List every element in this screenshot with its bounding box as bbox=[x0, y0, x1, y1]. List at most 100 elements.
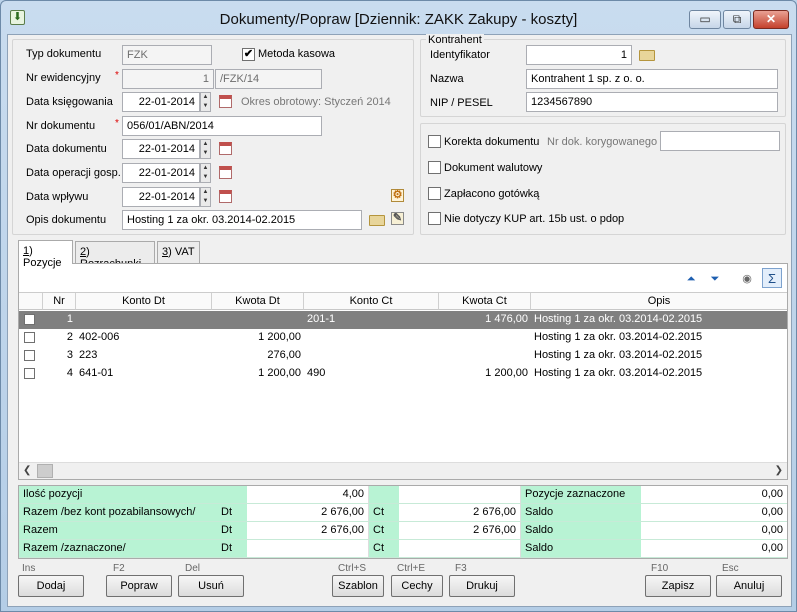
drukuj-button[interactable]: Drukuj bbox=[449, 575, 515, 597]
data-wp-field[interactable]: 22-01-2014 bbox=[122, 187, 200, 207]
cell-konto-dt: 223 bbox=[79, 349, 98, 361]
cell-konto-ct bbox=[304, 347, 439, 365]
metoda-checkbox[interactable]: ✔ bbox=[242, 48, 255, 61]
data-wp-label: Data wpływu bbox=[26, 191, 89, 203]
minimize-button[interactable]: ▭ bbox=[689, 10, 721, 29]
kup-checkbox[interactable] bbox=[428, 212, 441, 225]
opis-field[interactable]: Hosting 1 za okr. 03.2014-02.2015 bbox=[122, 210, 362, 230]
attachment-icon[interactable]: ⚙ bbox=[391, 189, 404, 202]
ilosc-ct-value bbox=[399, 486, 521, 504]
move-up-icon[interactable]: ⏶ bbox=[684, 272, 698, 286]
col-konto-ct[interactable]: Konto Ct bbox=[304, 293, 439, 310]
gotowka-label: Zapłacono gotówką bbox=[444, 188, 540, 200]
razem-zazn-dt: Dt bbox=[217, 540, 247, 558]
horizontal-scrollbar[interactable]: ❮ ❯ bbox=[19, 462, 787, 479]
data-dok-field[interactable]: 22-01-2014 bbox=[122, 139, 200, 159]
data-dok-spinner[interactable]: ▲ ▼ bbox=[200, 139, 211, 159]
poz-zazn-value: 0,00 bbox=[641, 486, 787, 504]
razem-zazn-ct-value bbox=[399, 540, 521, 558]
razem-ct: Ct bbox=[369, 522, 399, 540]
table-row[interactable]: 3 223 276,00 Hosting 1 za okr. 03.2014-0… bbox=[19, 347, 787, 365]
col-opis[interactable]: Opis bbox=[531, 293, 787, 310]
scroll-right-icon[interactable]: ❯ bbox=[775, 465, 783, 476]
walutowy-checkbox[interactable] bbox=[428, 161, 441, 174]
korekta-checkbox[interactable] bbox=[428, 135, 441, 148]
data-op-field[interactable]: 22-01-2014 bbox=[122, 163, 200, 183]
scroll-thumb[interactable] bbox=[37, 464, 53, 478]
popraw-button[interactable]: Popraw bbox=[106, 575, 172, 597]
sum-icon[interactable]: Σ bbox=[762, 268, 782, 288]
cell-kwota-dt: 276,00 bbox=[267, 349, 301, 361]
col-kwota-dt[interactable]: Kwota Dt bbox=[212, 293, 304, 310]
table-row[interactable]: 2 402-006 1 200,00 Hosting 1 za okr. 03.… bbox=[19, 329, 787, 347]
nr-dok-field[interactable]: 056/01/ABN/2014 bbox=[122, 116, 322, 136]
kontr-nip-field[interactable]: 1234567890 bbox=[526, 92, 778, 112]
szablon-button[interactable]: Szablon bbox=[332, 575, 384, 597]
preview-icon[interactable]: ◉ bbox=[740, 272, 754, 286]
table-row[interactable]: 4 641-01 1 200,00 490 1 200,00 Hosting 1… bbox=[19, 365, 787, 383]
folder-icon[interactable] bbox=[369, 215, 385, 226]
row-checkbox[interactable] bbox=[24, 314, 35, 325]
nr-kor-label: Nr dok. korygowanego bbox=[547, 136, 658, 148]
tab-pozycje[interactable]: 1) Pozycje bbox=[18, 240, 73, 269]
dialog-window: ⬇ Dokumenty/Popraw [Dziennik: ZAKK Zakup… bbox=[0, 0, 797, 612]
dodaj-hotkey: Ins bbox=[22, 563, 36, 574]
anuluj-button[interactable]: Anuluj bbox=[716, 575, 782, 597]
title-bar[interactable]: ⬇ Dokumenty/Popraw [Dziennik: ZAKK Zakup… bbox=[1, 1, 796, 35]
dodaj-button[interactable]: Dodaj bbox=[18, 575, 84, 597]
tab-vat[interactable]: 3) VAT bbox=[157, 241, 200, 263]
razem-bez-ct-value: 2 676,00 bbox=[399, 504, 521, 522]
move-down-icon[interactable]: ⏷ bbox=[708, 272, 722, 286]
razem-zazn-label: Razem /zaznaczone/ bbox=[19, 540, 217, 558]
tab-rozrachunki[interactable]: 2) Rozrachunki bbox=[75, 241, 155, 270]
cell-opis: Hosting 1 za okr. 03.2014-02.2015 bbox=[534, 331, 703, 343]
saldo2-label: Saldo bbox=[521, 522, 641, 540]
col-nr[interactable]: Nr bbox=[43, 293, 76, 310]
calendar-icon[interactable] bbox=[219, 142, 232, 155]
calendar-icon[interactable] bbox=[219, 190, 232, 203]
razem-bez-ct: Ct bbox=[369, 504, 399, 522]
kontr-id-field[interactable]: 1 bbox=[526, 45, 632, 65]
razem-bez-dt: Dt bbox=[217, 504, 247, 522]
edit-icon[interactable]: ✎ bbox=[391, 212, 404, 225]
kontr-nip-label: NIP / PESEL bbox=[430, 97, 493, 109]
folder-icon[interactable] bbox=[639, 50, 655, 61]
cell-konto-dt: 641-01 bbox=[79, 367, 114, 379]
restore-button[interactable]: ⧉ bbox=[723, 10, 751, 29]
typ-label: Typ dokumentu bbox=[26, 48, 102, 60]
row-checkbox[interactable] bbox=[24, 350, 35, 361]
row-checkbox[interactable] bbox=[24, 332, 35, 343]
nr-kor-field[interactable] bbox=[660, 131, 780, 151]
cechy-button[interactable]: Cechy bbox=[391, 575, 443, 597]
gotowka-checkbox[interactable] bbox=[428, 187, 441, 200]
data-op-label: Data operacji gosp. bbox=[26, 167, 121, 179]
cell-kwota-dt: 1 200,00 bbox=[258, 367, 301, 379]
cell-opis: Hosting 1 za okr. 03.2014-02.2015 bbox=[534, 313, 703, 325]
cell-kwota-dt: 1 200,00 bbox=[258, 331, 301, 343]
razem-ct-value: 2 676,00 bbox=[399, 522, 521, 540]
usun-button[interactable]: Usuń bbox=[178, 575, 244, 597]
pozycje-panel: ⏶ ⏷ ◉ Σ Nr Konto Dt Kwota Dt Konto Ct Kw… bbox=[18, 263, 788, 480]
data-ks-spinner[interactable]: ▲ ▼ bbox=[200, 92, 211, 112]
calendar-icon[interactable] bbox=[219, 95, 232, 108]
table-row[interactable]: 1 201-1 1 476,00 Hosting 1 za okr. 03.20… bbox=[19, 311, 787, 329]
opis-label: Opis dokumentu bbox=[26, 214, 107, 226]
col-konto-dt[interactable]: Konto Dt bbox=[76, 293, 212, 310]
kontr-id-label: Identyfikator bbox=[430, 49, 490, 61]
data-wp-spinner[interactable]: ▲ ▼ bbox=[200, 187, 211, 207]
ilosc-spacer bbox=[217, 486, 247, 504]
zapisz-hotkey: F10 bbox=[651, 563, 669, 574]
razem-label: Razem bbox=[19, 522, 217, 540]
positions-grid: Nr Konto Dt Kwota Dt Konto Ct Kwota Ct O… bbox=[19, 292, 787, 462]
row-checkbox[interactable] bbox=[24, 368, 35, 379]
korekta-label: Korekta dokumentu bbox=[444, 136, 540, 148]
scroll-left-icon[interactable]: ❮ bbox=[23, 465, 31, 476]
nr-ew-label: Nr ewidencyjny bbox=[26, 72, 101, 84]
data-op-spinner[interactable]: ▲ ▼ bbox=[200, 163, 211, 183]
data-ks-field[interactable]: 22-01-2014 bbox=[122, 92, 200, 112]
zapisz-button[interactable]: Zapisz bbox=[645, 575, 711, 597]
close-button[interactable]: ✕ bbox=[753, 10, 789, 29]
col-kwota-ct[interactable]: Kwota Ct bbox=[439, 293, 531, 310]
calendar-icon[interactable] bbox=[219, 166, 232, 179]
kontr-nazwa-field[interactable]: Kontrahent 1 sp. z o. o. bbox=[526, 69, 778, 89]
